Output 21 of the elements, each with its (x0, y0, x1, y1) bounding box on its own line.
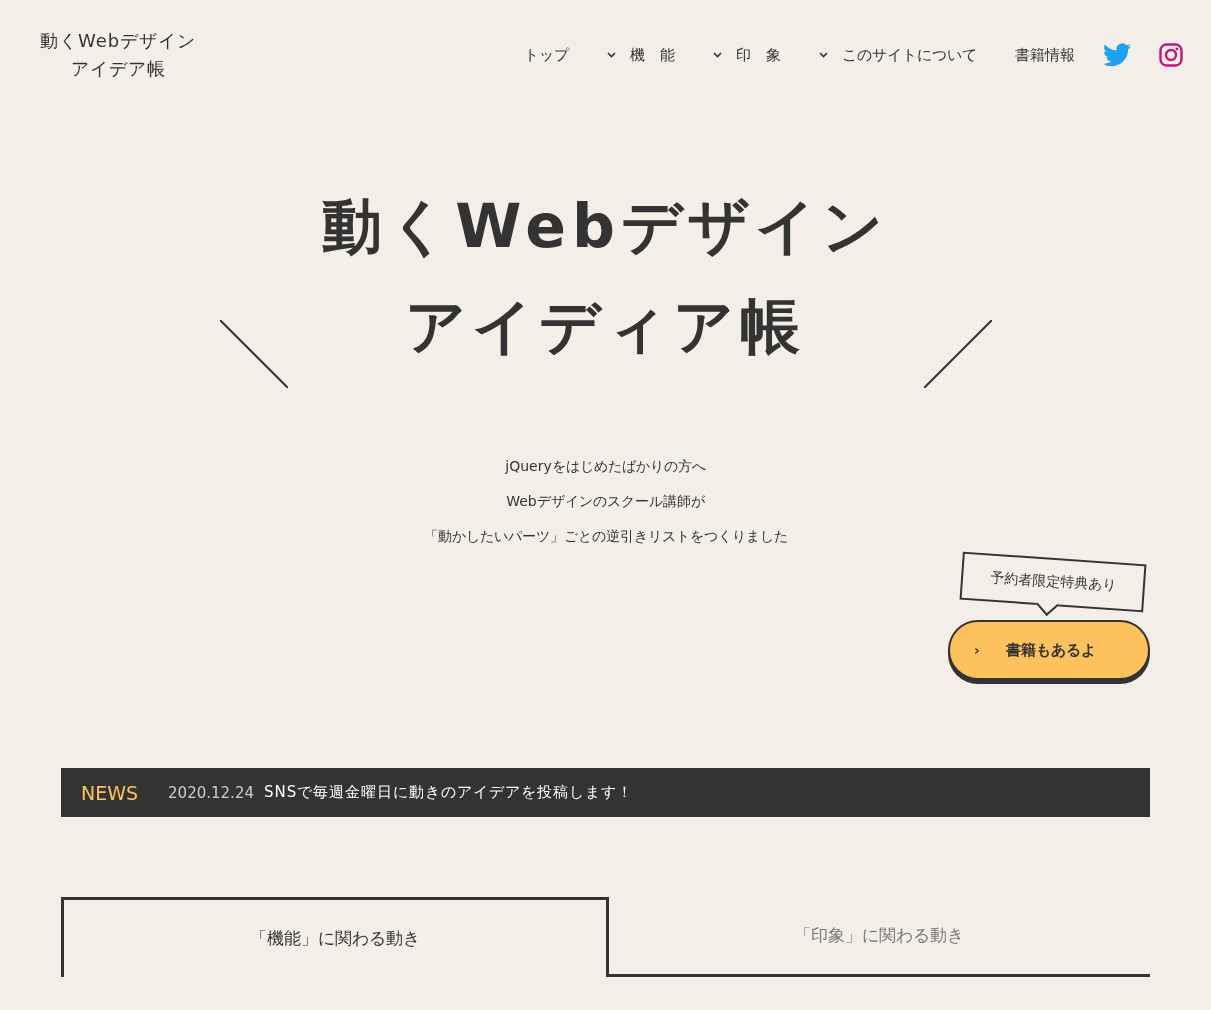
lead-text: 「動かしたいパーツ」ごとの逆引きリストをつくりました (423, 527, 788, 546)
site-logo-text[interactable]: アイデア帳 (70, 57, 166, 81)
nav-link[interactable]: 機 能 (607, 45, 675, 65)
camera-icon[interactable] (1159, 43, 1183, 67)
diagonal-line (220, 320, 288, 388)
category-tab[interactable]: 「印象」に関わる動き (608, 897, 1150, 977)
hero-title: 動くWebデザイン (322, 190, 889, 263)
hero-title: アイディア帳 (405, 290, 806, 363)
nav-link[interactable]: 印 象 (713, 45, 781, 65)
lead-text: Webデザインのスクール講師が (506, 492, 705, 511)
nav-link[interactable]: 書籍情報 (1015, 45, 1075, 65)
lead-text: jQueryをはじめたばかりの方へ (505, 457, 706, 476)
diagonal-line (924, 320, 992, 388)
nav-link[interactable]: このサイトについて (819, 45, 977, 65)
speech-bubble: 予約者限定特典あり (959, 551, 1147, 613)
news-label: NEWS (81, 781, 139, 804)
category-tab[interactable]: 「機能」に関わる動き (61, 897, 609, 977)
site-logo-text[interactable]: 動くWebデザイン (40, 29, 197, 53)
news-link[interactable]: SNSで毎週金曜日に動きのアイデアを投稿します！ (263, 783, 634, 802)
nav-link[interactable]: トップ (524, 45, 569, 65)
news-date: 2020.12.24 (168, 783, 254, 802)
